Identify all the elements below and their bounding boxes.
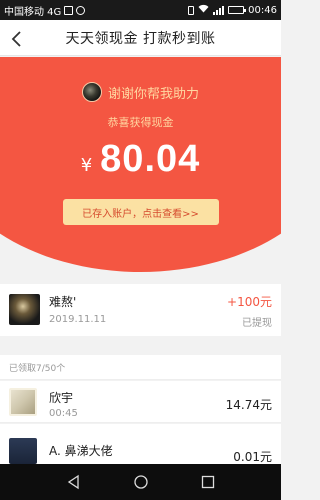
reward-hero: 谢谢你帮我助力 恭喜获得现金 ¥ 80.04 已存入账户，点击查看>> <box>0 57 281 277</box>
sender-avatar <box>81 82 102 102</box>
gallery-icon <box>64 5 74 15</box>
friend-avatar <box>9 438 37 464</box>
vibrate-icon <box>188 5 195 15</box>
carrier-label: 中国移动 4G <box>4 6 62 18</box>
signal-icon <box>213 5 225 15</box>
list-item[interactable]: A. 鼻涕大佬 0.01元 <box>0 424 281 464</box>
received-time: 00:45 <box>49 408 78 419</box>
thanks-text: 谢谢你帮我助力 <box>107 86 199 102</box>
received-count-header: 已领取7/50个 <box>0 355 281 380</box>
system-navigation-bar <box>0 464 281 500</box>
list-item[interactable]: 欣宇 00:45 14.74元 <box>0 381 281 423</box>
clock: 00:46 <box>248 4 277 16</box>
system-recents-icon[interactable] <box>200 474 216 490</box>
currency-symbol: ¥ <box>80 155 93 176</box>
congrats-text: 恭喜获得现金 <box>107 116 174 129</box>
wifi-icon <box>198 4 209 16</box>
battery-icon <box>228 6 247 14</box>
friend-name: 欣宇 <box>49 391 74 405</box>
record-amount: +100元 <box>227 295 272 309</box>
friend-avatar <box>9 388 37 416</box>
withdraw-status: 已提现 <box>242 318 272 329</box>
system-home-icon[interactable] <box>133 474 149 490</box>
view-account-button[interactable]: 已存入账户，点击查看>> <box>62 199 219 225</box>
user-avatar <box>9 294 40 325</box>
back-arrow-icon[interactable] <box>8 29 28 49</box>
my-reward-record[interactable]: 难熬' 2019.11.11 +100元 已提现 <box>0 284 281 336</box>
top-navbar: 天天领现金 打款秒到账 <box>0 20 281 56</box>
received-amount: 0.01元 <box>233 450 272 464</box>
notification-icon <box>76 5 86 15</box>
record-date: 2019.11.11 <box>49 314 107 325</box>
status-bar: 中国移动 4G 00:46 <box>0 0 281 20</box>
user-name: 难熬' <box>49 295 77 309</box>
friend-name: A. 鼻涕大佬 <box>49 444 113 458</box>
received-amount: 14.74元 <box>225 398 272 412</box>
cash-amount: 80.04 <box>100 138 201 180</box>
system-back-icon[interactable] <box>66 474 82 490</box>
page-title: 天天领现金 打款秒到账 <box>65 30 216 47</box>
